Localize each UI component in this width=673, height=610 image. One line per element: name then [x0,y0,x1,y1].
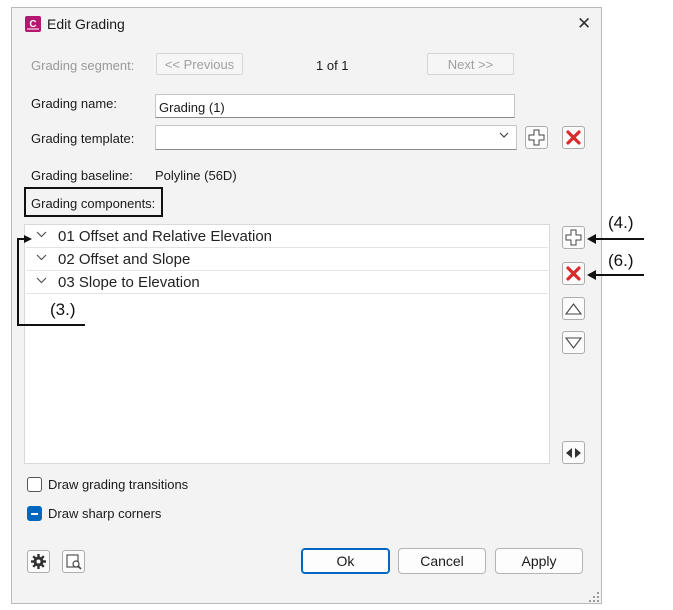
annotation-lines [17,234,644,326]
callout-6: (6.) [608,251,634,270]
callout-3: (3.) [50,300,76,319]
callout-4: (4.) [608,213,634,232]
